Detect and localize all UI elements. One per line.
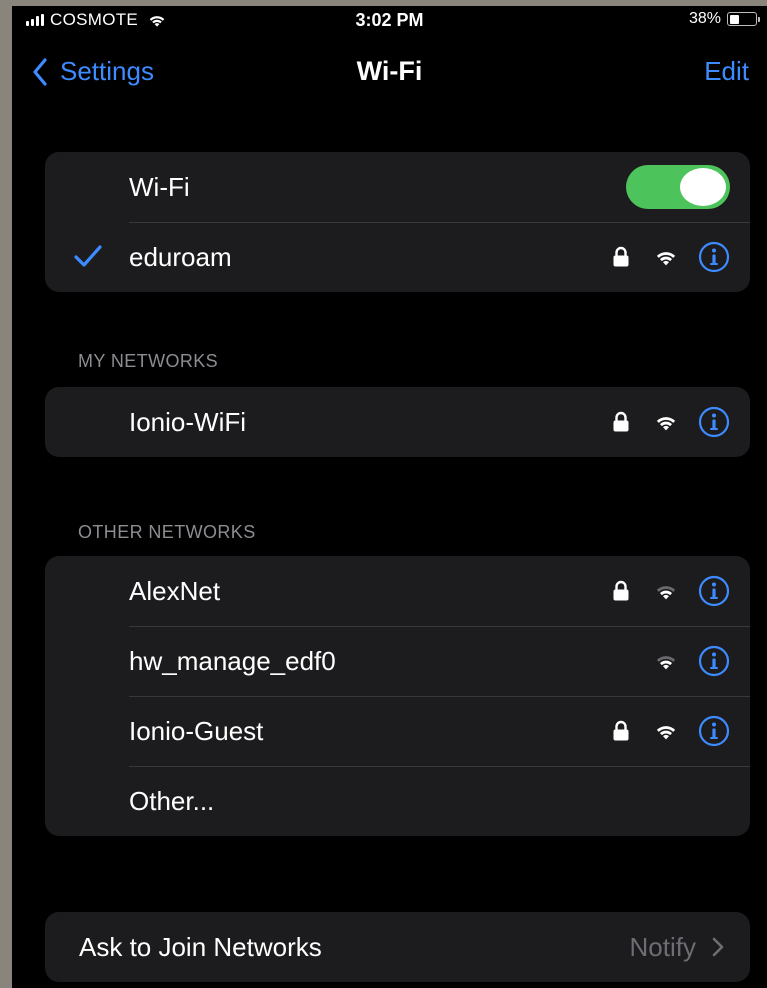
wifi-main-group: Wi-Fi eduroam (45, 152, 750, 292)
info-icon[interactable] (698, 406, 730, 438)
wifi-signal-icon (656, 586, 676, 600)
wifi-toggle-row: Wi-Fi (45, 152, 750, 222)
wifi-signal-icon (656, 726, 676, 740)
network-name: hw_manage_edf0 (129, 645, 336, 676)
lock-icon (613, 411, 629, 432)
network-icons (612, 556, 730, 626)
lock-icon (613, 720, 629, 741)
other-network-label: Other... (129, 785, 215, 816)
network-row[interactable]: Ionio-Guest (45, 696, 750, 766)
other-network-row[interactable]: Other... (45, 766, 750, 836)
network-name: Ionio-WiFi (129, 406, 247, 437)
edit-button[interactable]: Edit (704, 56, 749, 87)
network-icons (612, 696, 730, 766)
page-title: Wi-Fi (356, 56, 423, 86)
my-networks-header: MY NETWORKS (78, 351, 219, 371)
network-icons (612, 222, 730, 292)
other-networks-header: OTHER NETWORKS (78, 522, 256, 542)
info-icon[interactable] (698, 575, 730, 607)
info-icon[interactable] (698, 715, 730, 747)
wifi-settings-screen: COSMOTE 3:02 PM 38% Settings Wi-Fi Edit … (12, 6, 767, 988)
status-time: 3:02 PM (355, 10, 424, 30)
other-networks-group: AlexNet hw_manage_edf0 Ionio-Guest Other… (45, 556, 750, 836)
network-name: AlexNet (129, 575, 221, 606)
ask-to-join-group: Ask to Join Networks Notify (45, 912, 750, 982)
network-name: eduroam (129, 241, 232, 272)
ask-to-join-setting: Notify (629, 931, 696, 962)
battery-percent: 38% (688, 10, 721, 27)
wifi-toggle-label: Wi-Fi (129, 171, 190, 202)
wifi-signal-icon (656, 252, 676, 266)
ask-to-join-row[interactable]: Ask to Join Networks Notify (45, 912, 750, 982)
checkmark-icon (74, 245, 102, 267)
network-row[interactable]: Ionio-WiFi (45, 387, 750, 457)
wifi-toggle[interactable] (626, 165, 730, 209)
my-networks-group: Ionio-WiFi (45, 387, 750, 457)
navigation-bar: Settings Wi-Fi Edit (12, 52, 767, 96)
ask-to-join-label: Ask to Join Networks (79, 931, 322, 962)
divider (129, 766, 750, 767)
connected-network-row[interactable]: eduroam (45, 222, 750, 292)
info-icon[interactable] (698, 241, 730, 273)
wifi-signal-icon (656, 417, 676, 431)
toggle-knob (680, 168, 726, 206)
wifi-signal-icon (656, 656, 676, 670)
info-icon[interactable] (698, 645, 730, 677)
lock-icon (613, 580, 629, 601)
network-row[interactable]: hw_manage_edf0 (45, 626, 750, 696)
battery-icon (727, 12, 760, 26)
lock-icon (613, 246, 629, 267)
status-right: 38% (688, 10, 760, 28)
network-row[interactable]: AlexNet (45, 556, 750, 626)
ask-to-join-value: Notify (630, 912, 724, 982)
chevron-right-icon (712, 937, 724, 957)
network-icons (652, 626, 730, 696)
network-icons (612, 387, 730, 457)
status-bar: COSMOTE 3:02 PM 38% (12, 6, 767, 38)
network-name: Ionio-Guest (129, 715, 264, 746)
